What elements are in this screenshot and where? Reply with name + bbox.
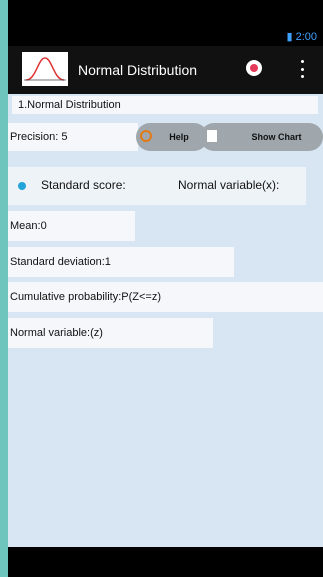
help-button[interactable]: Help <box>136 123 208 151</box>
status-time: 2:00 <box>295 31 317 43</box>
mode-radio-group: Standard score: Normal variable(x): <box>8 167 306 205</box>
phone-screen: ▮ 2:00 Normal Distribution 1.Normal Dist… <box>8 0 323 577</box>
status-icons: ▮ 2:00 <box>286 30 317 43</box>
navigation-bar <box>8 547 323 577</box>
main-content: 1.Normal Distribution Precision: 5 Help … <box>8 94 323 547</box>
signal-icon: ▮ <box>286 31 293 43</box>
normal-variable-x-label[interactable]: Normal variable(x): <box>178 178 279 192</box>
normal-variable-z-field[interactable]: Normal variable:(z) <box>8 318 213 348</box>
help-icon <box>140 130 152 142</box>
overflow-menu-icon[interactable] <box>298 60 306 78</box>
app-title: Normal Distribution <box>78 62 198 78</box>
show-chart-button[interactable]: Show Chart <box>200 123 323 151</box>
distribution-select[interactable]: 1.Normal Distribution <box>12 96 318 114</box>
precision-field[interactable]: Precision: 5 <box>8 123 138 151</box>
status-bar: ▮ 2:00 <box>8 0 323 46</box>
standard-deviation-field[interactable]: Standard deviation:1 <box>8 247 234 277</box>
standard-score-label[interactable]: Standard score: <box>41 178 126 192</box>
app-logo-bell-curve-icon <box>22 52 68 86</box>
chart-icon <box>207 130 217 142</box>
cumulative-probability-field[interactable]: Cumulative probability:P(Z<=z) <box>8 282 323 312</box>
record-icon[interactable] <box>246 60 262 76</box>
standard-score-radio-icon[interactable] <box>18 182 26 190</box>
mean-field[interactable]: Mean:0 <box>8 211 135 241</box>
